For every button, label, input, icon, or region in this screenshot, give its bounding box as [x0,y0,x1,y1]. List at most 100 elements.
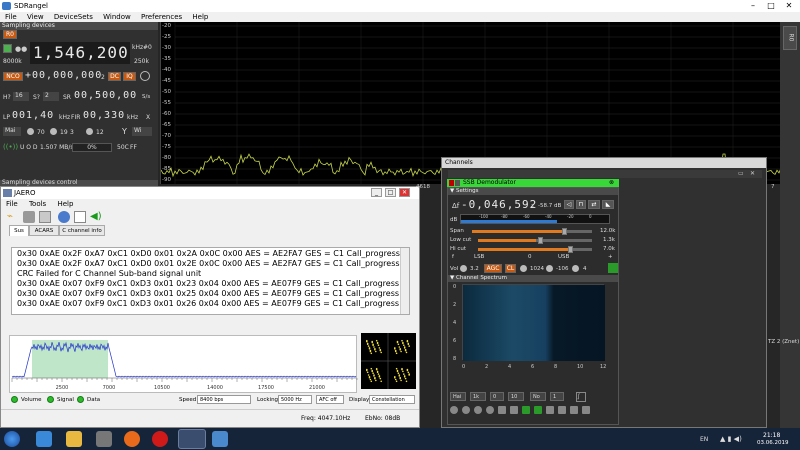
firefox-icon[interactable] [124,431,140,447]
avg-mode-select[interactable]: No [530,392,546,401]
language-indicator[interactable]: EN [700,436,708,443]
jaero-menu-help[interactable]: Help [57,200,73,208]
lsb-icon[interactable]: ⊓ [576,200,586,209]
clock-time[interactable]: 21:18 [763,432,780,439]
avg-select[interactable]: 1 [550,392,564,401]
fir-value[interactable]: 00,330 [83,110,131,122]
current-icon[interactable] [510,406,518,414]
channel-spectrum-header[interactable]: ▼ Channel Spectrum [448,275,618,282]
3d-icon[interactable] [546,406,554,414]
jaero-log[interactable]: 0x30 0xAE 0x2F 0xA7 0xC1 0xD0 0x01 0x2A … [11,247,410,315]
iq-button[interactable]: IQ [123,72,136,81]
menu-file[interactable]: File [5,13,17,21]
agc-threshold-dial-icon[interactable] [546,265,553,272]
menu-help[interactable]: Help [192,13,208,21]
h-select[interactable]: 16 [13,92,29,101]
curve-icon[interactable]: ∫ [576,392,586,402]
max-hold-icon[interactable] [486,406,494,414]
flip-icon[interactable]: ◣ [602,200,614,209]
s-select[interactable]: 2 [43,92,59,101]
file-explorer-icon[interactable] [66,431,82,447]
settings-icon[interactable] [23,211,35,223]
vga-gain-value[interactable]: 3 [70,129,74,136]
tray-icons[interactable]: ▲ ▮ ◀) [720,435,742,443]
clock-date[interactable]: 03.06.2019 [757,440,789,446]
record-icon[interactable]: ●● [15,45,27,53]
lp-value[interactable]: 001,40 [12,110,64,122]
grid-icon[interactable] [558,406,566,414]
jaero-menu-file[interactable]: File [6,200,18,208]
device-tab-r0[interactable]: R0 [3,30,17,39]
jaero-close-icon[interactable]: ✕ [399,188,410,197]
window-select[interactable]: Hai [450,392,466,401]
clear-icon[interactable] [582,406,590,414]
wi-select[interactable]: Wi [132,127,152,136]
channels-close-icon[interactable]: ✕ [750,170,760,178]
sample-rate-value[interactable]: 00,500,00 [74,90,144,102]
opera-icon[interactable] [152,431,168,447]
channel-waterfall[interactable] [462,284,605,361]
df-value[interactable]: -0,046,592 [461,198,537,211]
menu-preferences[interactable]: Preferences [141,13,182,21]
nco-value[interactable]: +00,000,000 [25,70,105,82]
speaker-icon[interactable]: ◀) [90,211,102,223]
average-icon[interactable] [498,406,506,414]
channels-float-icon[interactable]: ▭ [738,170,748,178]
printer-icon[interactable] [39,211,51,223]
afc-select[interactable]: AFC off [316,395,344,404]
stroke-dial-icon[interactable] [462,406,470,414]
close-icon[interactable]: ✕ [780,0,798,12]
jaero-menu-tools[interactable]: Tools [29,200,46,208]
jaero-taskbar-icon[interactable] [178,429,206,449]
extra-gain-dial-icon[interactable] [86,128,93,135]
document-icon[interactable] [74,211,86,223]
alpha-dial-icon[interactable] [474,406,482,414]
center-frequency[interactable]: 1,546,200 [30,42,130,64]
tab-sus[interactable]: Sus [9,225,29,236]
lna-gain-dial-icon[interactable] [27,128,34,135]
audio-mute-icon[interactable]: ◁ [564,200,574,209]
start-button-icon[interactable] [4,431,20,447]
jaero-maximize-icon[interactable]: □ [385,188,396,197]
audio-output-icon[interactable] [608,263,618,273]
fft-size-select[interactable]: 1k [470,392,486,401]
lowcut-slider[interactable] [478,237,592,244]
log-scrollbar[interactable] [400,248,409,314]
jaero-spectrum[interactable]: 2500 7000 10500 14000 17500 21000 [9,335,358,393]
mode-select[interactable]: Mai [3,127,21,136]
sdrangel-taskbar-icon[interactable] [212,431,228,447]
minimize-icon[interactable]: – [744,0,762,12]
reset-icon[interactable] [140,71,150,81]
agc-power-dial-icon[interactable] [572,265,579,272]
cl-button[interactable]: CL [505,264,516,273]
right-tab-r0[interactable]: R0 [783,26,797,50]
menu-devicesets[interactable]: DeviceSets [54,13,93,21]
tab-c-channel-info[interactable]: C channel info [59,225,105,236]
menu-window[interactable]: Window [103,13,131,21]
agc-time-dial-icon[interactable] [520,265,527,272]
broom-icon[interactable]: ⌁ [7,211,19,223]
start-stop-button[interactable] [3,44,12,53]
ssb-close-icon[interactable]: ⊗ [609,179,614,187]
locking-select[interactable]: 5000 Hz [278,395,312,404]
hicut-slider[interactable] [478,246,592,253]
display-select[interactable]: Constellation [369,395,415,404]
span-slider[interactable] [472,228,592,235]
menu-view[interactable]: View [27,13,44,21]
nco-button[interactable]: NCO [3,72,23,81]
ref-level-select[interactable]: 0 [490,392,504,401]
agc-button[interactable]: AGC [484,264,502,273]
tab-acars[interactable]: ACARS [29,225,59,236]
globe-icon[interactable] [58,211,70,223]
jaero-minimize-icon[interactable]: _ [371,188,382,197]
invert-icon[interactable] [570,406,578,414]
media-player-icon[interactable] [96,431,112,447]
settings-header[interactable]: ▼ Settings [448,188,618,195]
waterfall-toggle-icon[interactable] [522,406,530,414]
decay-dial-icon[interactable] [450,406,458,414]
binaural-icon[interactable]: ⇄ [588,200,600,209]
ssb-color-icon[interactable] [449,180,454,186]
speed-select[interactable]: 8400 bps [197,395,251,404]
dc-button[interactable]: DC [108,72,121,81]
maximize-icon[interactable]: □ [762,0,780,12]
